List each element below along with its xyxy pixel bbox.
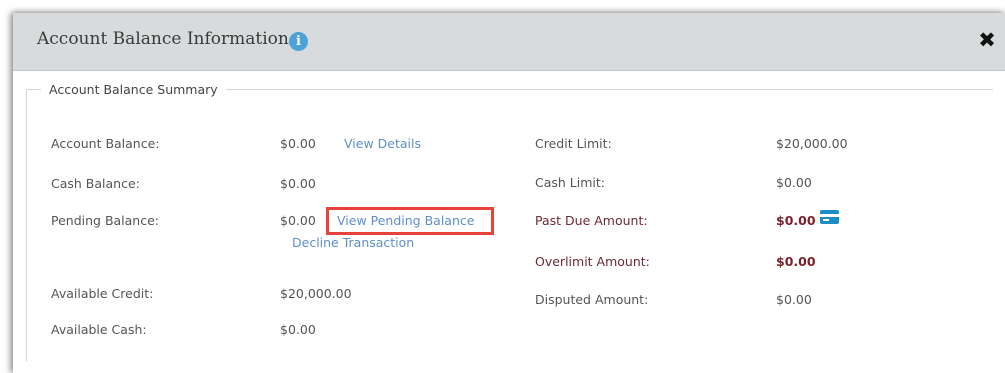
credit-limit-value: $20,000.00 — [776, 136, 848, 151]
summary-legend: Account Balance Summary — [41, 80, 226, 100]
past-due-value: $0.00 — [776, 213, 816, 228]
dialog-header: Account Balance Information i ✖ — [13, 13, 1005, 71]
view-details-link[interactable]: View Details — [344, 136, 421, 152]
available-credit-label: Available Credit: — [51, 286, 154, 301]
account-balance-label: Account Balance: — [51, 136, 160, 151]
pending-balance-value: $0.00 — [280, 213, 316, 228]
cash-limit-value: $0.00 — [776, 175, 812, 190]
available-cash-label: Available Cash: — [51, 322, 147, 337]
overlimit-value: $0.00 — [776, 254, 816, 269]
summary-fieldset — [26, 89, 993, 361]
credit-limit-label: Credit Limit: — [535, 136, 612, 151]
past-due-label: Past Due Amount: — [535, 213, 648, 228]
view-pending-balance-link[interactable]: View Pending Balance — [337, 213, 474, 229]
cash-balance-value: $0.00 — [280, 176, 316, 191]
disputed-label: Disputed Amount: — [535, 292, 649, 307]
overlimit-label: Overlimit Amount: — [535, 254, 650, 269]
available-cash-value: $0.00 — [280, 322, 316, 337]
close-icon[interactable]: ✖ — [976, 28, 998, 52]
credit-card-icon[interactable] — [820, 210, 839, 224]
decline-transaction-link[interactable]: Decline Transaction — [292, 235, 414, 251]
cash-balance-label: Cash Balance: — [51, 176, 140, 191]
pending-balance-label: Pending Balance: — [51, 213, 160, 228]
available-credit-value: $20,000.00 — [280, 286, 352, 301]
info-icon[interactable]: i — [289, 32, 308, 51]
cash-limit-label: Cash Limit: — [535, 175, 605, 190]
account-balance-value: $0.00 — [280, 136, 316, 151]
disputed-value: $0.00 — [776, 292, 812, 307]
dialog-title: Account Balance Information — [37, 29, 289, 49]
